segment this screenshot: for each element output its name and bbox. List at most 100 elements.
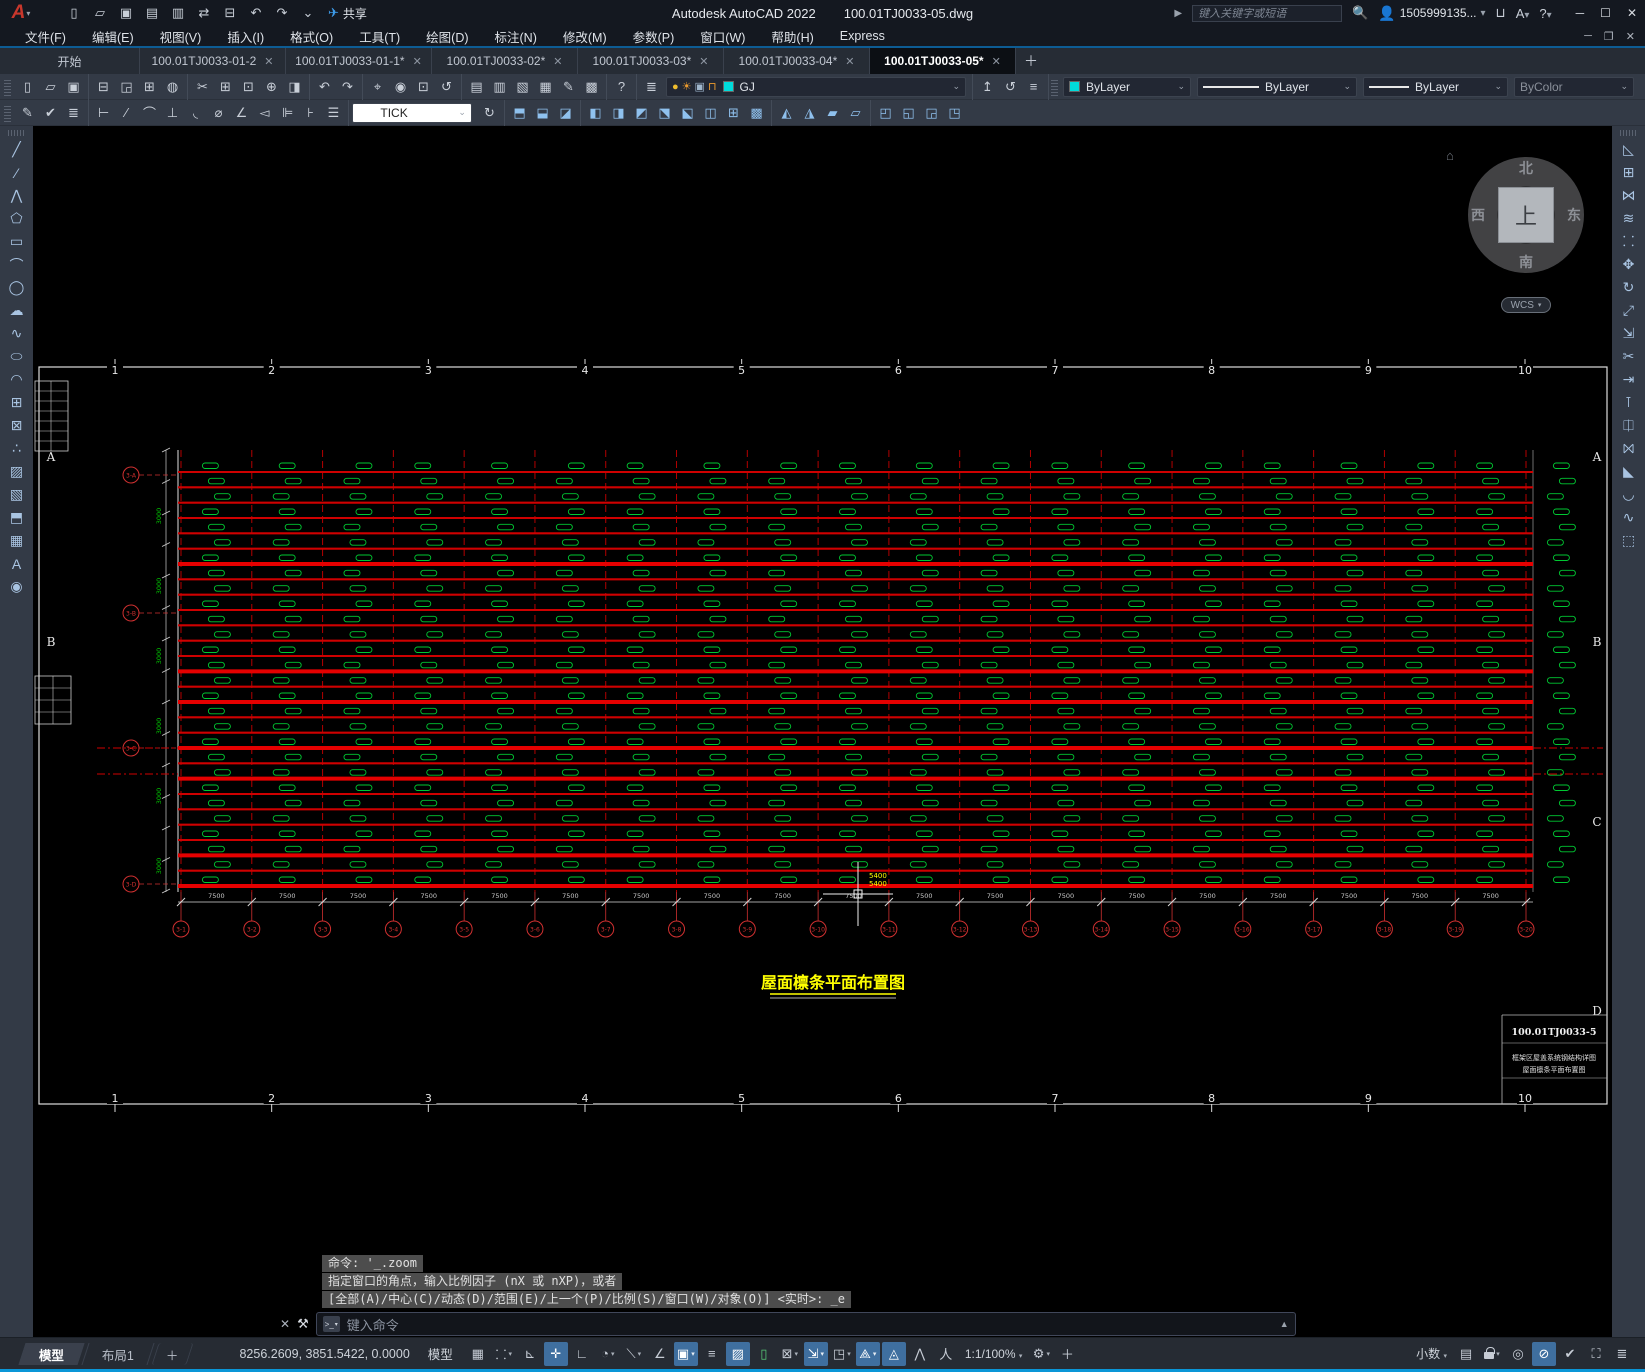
paste-icon[interactable]: ⊡ <box>237 75 260 99</box>
line-icon[interactable]: ╱ <box>4 138 30 161</box>
toggle-selection-cycling[interactable]: ▯ <box>752 1342 776 1366</box>
toggle-dynamic-ucs[interactable]: ⇲ ▾ <box>803 1341 828 1366</box>
publish-icon[interactable]: ⊞ <box>138 75 161 99</box>
join-icon[interactable]: ⨝ <box>1616 437 1642 460</box>
trim-icon[interactable]: ✂ <box>1616 345 1642 368</box>
circle-icon[interactable]: ◯ <box>4 276 30 299</box>
erase-icon[interactable]: ◺ <box>1616 138 1642 161</box>
cut-icon[interactable]: ✂ <box>191 75 214 99</box>
rotate-faces-icon[interactable]: ⬕ <box>676 101 699 125</box>
intersect-icon[interactable]: ◪ <box>554 101 577 125</box>
extrude-faces-icon[interactable]: ◧ <box>584 101 607 125</box>
dim-continue-icon[interactable]: ⊦ <box>299 101 322 125</box>
autodesk-access-icon[interactable]: A▾ <box>1516 6 1530 21</box>
clean-icon[interactable]: ◰ <box>874 101 897 125</box>
dim-linear-icon[interactable]: ⊢ <box>92 101 115 125</box>
delete-faces-icon[interactable]: ⬔ <box>653 101 676 125</box>
clean-screen-button[interactable]: ⛶ <box>1584 1342 1608 1366</box>
menu-窗口W[interactable]: 窗口(W) <box>687 25 758 47</box>
menu-格式O[interactable]: 格式(O) <box>277 25 346 47</box>
tab-100.01TJ0033-05*[interactable]: 100.01TJ0033-05* ✕ <box>870 48 1016 74</box>
lock-icon[interactable]: ⊓ <box>708 80 717 93</box>
layout-tab-布局1[interactable]: 布局1 <box>81 1342 155 1365</box>
spline-icon[interactable]: ∿ <box>4 322 30 345</box>
bulb-icon[interactable]: ● <box>672 81 679 93</box>
polyline-icon[interactable]: ⋀ <box>4 184 30 207</box>
plot-icon[interactable]: ⊟ <box>92 75 115 99</box>
extend-icon[interactable]: ⇥ <box>1616 368 1642 391</box>
tab-100.01TJ0033-04*[interactable]: 100.01TJ0033-04* ✕ <box>724 48 870 74</box>
blend-curves-icon[interactable]: ∿ <box>1616 506 1642 529</box>
app-store-cart-icon[interactable]: ⊔ <box>1496 5 1506 21</box>
stretch-icon[interactable]: ⇲ <box>1616 322 1642 345</box>
toggle-snap-mode[interactable]: ⸬ ▾ <box>492 1342 516 1366</box>
maximize-button[interactable]: ☐ <box>1600 6 1611 20</box>
color-dropdown[interactable]: ByLayer ⌄ <box>1063 76 1191 97</box>
autocad-logo-button[interactable]: A ▾ <box>6 2 36 24</box>
add-status-button[interactable]: ＋ <box>1055 1342 1079 1366</box>
menu-标注N[interactable]: 标注(N) <box>482 25 550 47</box>
dim-update-icon[interactable]: ↻ <box>478 101 501 125</box>
toggle-isometric-drafting[interactable]: ⟍ ▾ <box>622 1342 646 1366</box>
dim-angular-icon[interactable]: ∠ <box>230 101 253 125</box>
menu-参数P[interactable]: 参数(P) <box>620 25 688 47</box>
move-icon[interactable]: ✥ <box>1616 253 1642 276</box>
dim-ordinate-icon[interactable]: ⊥ <box>161 101 184 125</box>
shell-icon[interactable]: ◱ <box>897 101 920 125</box>
dim-quick-icon[interactable]: ◅ <box>253 101 276 125</box>
close-icon[interactable]: ✕ <box>845 55 854 68</box>
zoom-window-icon[interactable]: ⊡ <box>412 75 435 99</box>
properties-icon[interactable]: ▤ <box>465 75 488 99</box>
layout-tab-模型[interactable]: 模型 <box>18 1342 85 1365</box>
save-as-icon[interactable]: ▤ <box>140 2 164 24</box>
toggle-selection-filtering[interactable]: ◳ ▾ <box>830 1342 854 1366</box>
dim-style-dropdown[interactable]: TICK ⌄ <box>352 102 472 123</box>
close-icon[interactable]: ✕ <box>992 55 1001 68</box>
save-icon[interactable]: ▣ <box>114 2 138 24</box>
minimize-button[interactable]: ─ <box>1576 6 1585 20</box>
sun-icon[interactable]: ☀ <box>682 80 692 93</box>
wrench-icon[interactable]: ⚒ <box>297 1316 309 1332</box>
arc-icon[interactable]: ⌒ <box>4 253 30 276</box>
viewcube-south-label[interactable]: 南 <box>1519 252 1533 272</box>
toggle-autoscale[interactable]: ⋀ <box>908 1342 932 1366</box>
command-prompt-icon[interactable]: >_ ▾ <box>322 1316 340 1332</box>
subtract-icon[interactable]: ⬓ <box>531 101 554 125</box>
edit-text-icon[interactable]: ✎ <box>16 101 39 125</box>
layer-states-icon[interactable]: ≡ <box>1022 75 1045 99</box>
imprint-icon[interactable]: ▰ <box>821 101 844 125</box>
copy-base-point-icon[interactable]: ⊕ <box>260 75 283 99</box>
match-properties-icon[interactable]: ◨ <box>283 75 306 99</box>
hatch-icon[interactable]: ▨ <box>4 460 30 483</box>
offset-icon[interactable]: ≋ <box>1616 207 1642 230</box>
user-account-button[interactable]: 👤 1505999135... ▾ <box>1378 5 1485 22</box>
toggle-object-snap[interactable]: ▣ ▾ <box>673 1341 698 1366</box>
dim-arc-length-icon[interactable]: ⌒ <box>138 101 161 125</box>
slice-icon[interactable]: ◭ <box>775 101 798 125</box>
toggle-gizmo[interactable]: ⟁ ▾ <box>855 1341 880 1366</box>
close-icon[interactable]: ✕ <box>699 55 708 68</box>
menu-编辑E[interactable]: 编辑(E) <box>79 25 147 47</box>
tab-start[interactable]: 开始 <box>0 48 140 74</box>
redo-icon[interactable]: ↷ <box>336 75 359 99</box>
toggle-ortho-mode[interactable]: ∟ <box>570 1342 594 1366</box>
plot-batch-icon[interactable]: ▥ <box>166 2 190 24</box>
close-icon[interactable]: ✕ <box>413 55 422 68</box>
insert-block-icon[interactable]: ⊞ <box>4 391 30 414</box>
array-icon[interactable]: ⸬ <box>1616 230 1642 253</box>
taper-faces-icon[interactable]: ◫ <box>699 101 722 125</box>
plot-preview-icon[interactable]: ◲ <box>115 75 138 99</box>
revision-cloud-icon[interactable]: ☁ <box>4 299 30 322</box>
viewcube-top-face[interactable]: 上 <box>1498 187 1554 243</box>
menu-工具T[interactable]: 工具(T) <box>346 25 413 47</box>
help-icon[interactable]: ? <box>610 75 633 99</box>
markup-icon[interactable]: ✎ <box>557 75 580 99</box>
check-standards-icon[interactable]: ✔ <box>39 101 62 125</box>
drawing-canvas[interactable]: 1 1 2 2 3 3 4 4 5 5 6 6 7 7 8 8 9 9 10 10 A B A B C D 3-1 3-2 3-3 3-4… <box>33 126 1612 1337</box>
sheet-set-manager-icon[interactable]: ▦ <box>534 75 557 99</box>
command-input[interactable]: >_ ▾ 键入命令 ▲ <box>315 1312 1296 1336</box>
gradient-icon[interactable]: ▧ <box>4 483 30 506</box>
dim-aligned-icon[interactable]: ∕ <box>115 101 138 125</box>
viewcube-west-label[interactable]: 西 <box>1471 205 1485 225</box>
close-icon[interactable]: ✕ <box>280 1317 290 1331</box>
